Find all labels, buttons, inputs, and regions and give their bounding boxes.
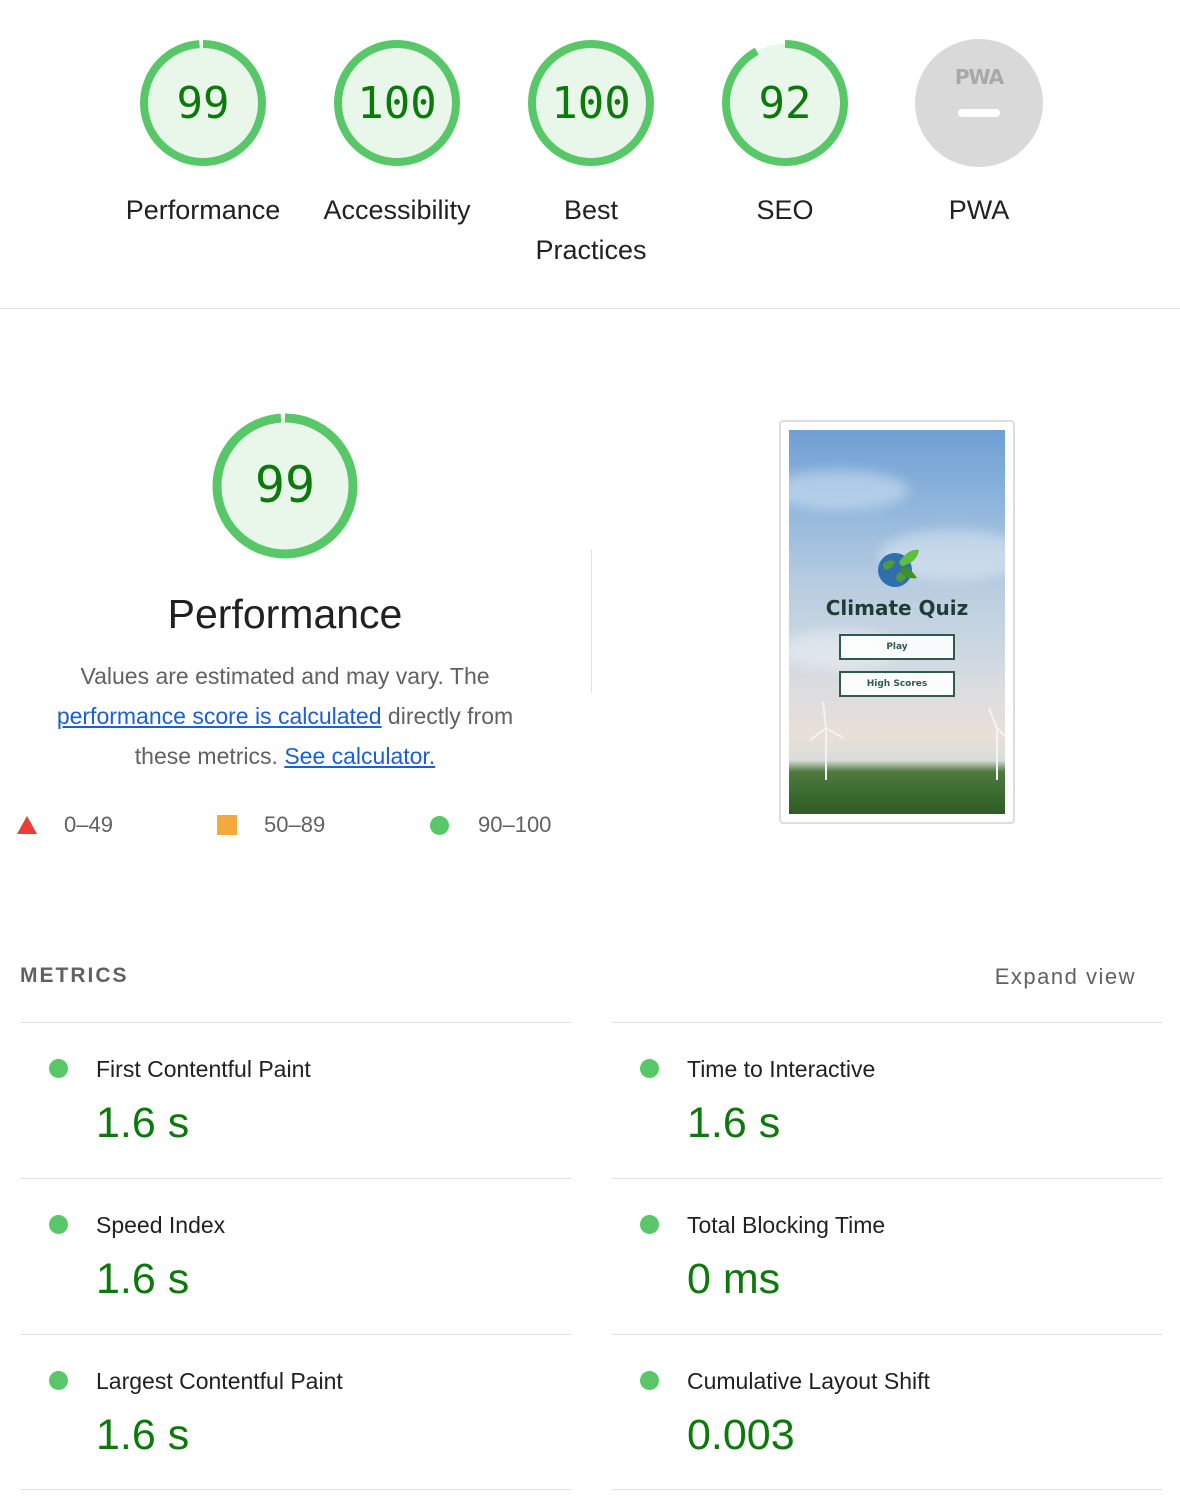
pwa-badge-text: PWA — [955, 65, 1005, 89]
pass-circle-icon — [640, 1215, 659, 1234]
metric-first-contentful-paint: First Contentful Paint 1.6 s — [20, 1022, 571, 1178]
metric-value: 0 ms — [687, 1255, 781, 1303]
pass-circle-icon — [49, 1215, 68, 1234]
metric-value: 1.6 s — [96, 1099, 190, 1147]
gauge-label: PWA — [948, 195, 1010, 225]
pass-circle-icon — [640, 1059, 659, 1078]
performance-description: Values are estimated and may vary. The p… — [30, 656, 540, 776]
see-calculator-link[interactable]: See calculator. — [284, 743, 435, 769]
legend-range: 50–89 — [264, 812, 326, 837]
desc-text: Values are estimated and may vary. The — [80, 663, 490, 689]
gauge-pwa[interactable]: PWA PWA — [889, 38, 1069, 230]
gauge-score: 92 — [758, 78, 812, 129]
pass-circle-icon — [430, 815, 449, 835]
gauge-score: 100 — [357, 78, 437, 129]
score-calculation-link[interactable]: performance score is calculated — [57, 703, 382, 729]
metric-title: Speed Index — [96, 1212, 226, 1238]
legend-fail: 0–49 — [17, 812, 113, 838]
legend-average: 50–89 — [217, 812, 325, 838]
metric-total-blocking-time: Total Blocking Time 0 ms — [611, 1178, 1162, 1334]
metrics-column-left: First Contentful Paint 1.6 s Speed Index… — [20, 1022, 571, 1490]
app-title: Climate Quiz — [825, 596, 969, 620]
metric-title: Cumulative Layout Shift — [687, 1368, 930, 1394]
wind-turbine-icon — [809, 701, 844, 780]
gauge-performance[interactable]: 99 Performance — [113, 38, 293, 230]
performance-score: 99 — [254, 456, 316, 514]
average-square-icon — [217, 815, 237, 835]
vertical-divider — [591, 550, 592, 693]
pass-circle-icon — [49, 1371, 68, 1390]
category-gauges: 99 Performance 100 Accessibility 100 Bes… — [0, 0, 1180, 309]
high-scores-button[interactable]: High Scores — [839, 671, 955, 697]
metric-value: 1.6 s — [96, 1411, 190, 1459]
pwa-badge-icon: PWA — [915, 39, 1043, 167]
metrics-header: METRICS — [20, 964, 129, 987]
metric-title: Total Blocking Time — [687, 1212, 886, 1238]
gauge-seo[interactable]: 92 SEO — [695, 38, 875, 230]
wind-turbine-icon — [988, 707, 1005, 780]
gauge-label: Accessibility — [323, 195, 471, 225]
fail-triangle-icon — [17, 816, 37, 834]
cloud — [789, 470, 909, 510]
metric-cumulative-layout-shift: Cumulative Layout Shift 0.003 — [611, 1334, 1162, 1490]
metric-value: 1.6 s — [96, 1255, 190, 1303]
metric-largest-contentful-paint: Largest Contentful Paint 1.6 s — [20, 1334, 571, 1490]
gauge-label: Best Practices — [535, 195, 647, 265]
legend-pass: 90–100 — [430, 812, 551, 838]
legend-range: 90–100 — [478, 812, 552, 837]
metric-value: 1.6 s — [687, 1099, 781, 1147]
gauge-accessibility[interactable]: 100 Accessibility — [307, 38, 487, 230]
score-legend: 0–49 50–89 90–100 — [0, 812, 580, 842]
metric-title: First Contentful Paint — [96, 1056, 311, 1082]
play-button[interactable]: Play — [839, 634, 955, 660]
globe-leaf-icon — [878, 549, 919, 587]
performance-title: Performance — [167, 591, 403, 637]
metric-speed-index: Speed Index 1.6 s — [20, 1178, 571, 1334]
metrics-column-right: Time to Interactive 1.6 s Total Blocking… — [611, 1022, 1162, 1490]
gauge-label: Performance — [125, 195, 281, 225]
screenshot-content: Climate Quiz Play High Scores — [789, 430, 1005, 814]
gauge-best-practices[interactable]: 100 Best Practices — [501, 38, 681, 270]
pass-circle-icon — [49, 1059, 68, 1078]
gauge-score: 100 — [551, 78, 631, 129]
metric-value: 0.003 — [687, 1411, 795, 1459]
expand-view-toggle[interactable]: Expand view — [995, 964, 1136, 990]
gauge-score: 99 — [176, 78, 230, 129]
metric-time-to-interactive: Time to Interactive 1.6 s — [611, 1022, 1162, 1178]
metric-title: Time to Interactive — [687, 1056, 876, 1082]
gauge-label: SEO — [756, 195, 814, 225]
legend-range: 0–49 — [64, 812, 113, 837]
performance-score-gauge: 99 — [210, 411, 360, 561]
metric-title: Largest Contentful Paint — [96, 1368, 343, 1394]
final-screenshot[interactable]: Climate Quiz Play High Scores — [779, 420, 1015, 824]
pass-circle-icon — [640, 1371, 659, 1390]
